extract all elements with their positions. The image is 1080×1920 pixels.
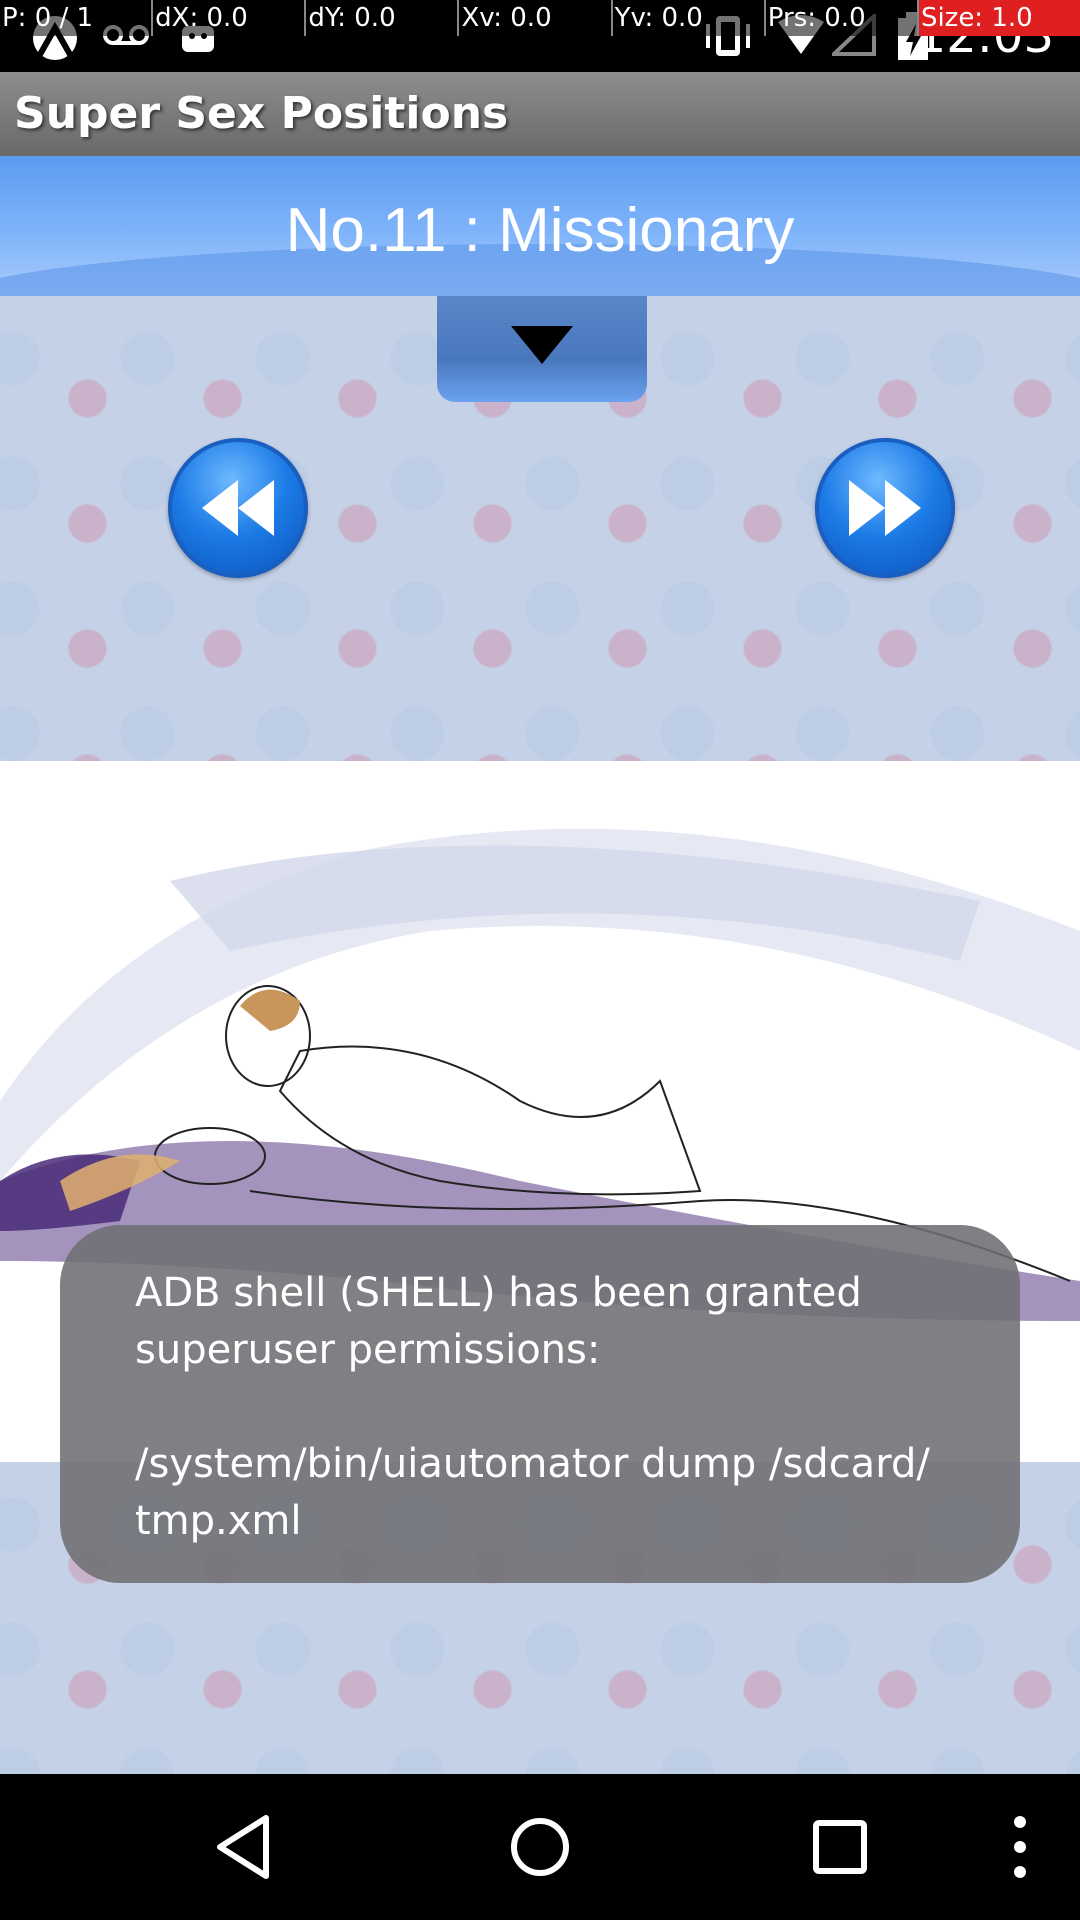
pointer-count: P: 0 / 1 xyxy=(0,0,154,36)
pointer-dx: dX: 0.0 xyxy=(153,0,307,36)
action-bar: Super Sex Positions xyxy=(0,72,1080,156)
pointer-location-overlay: P: 0 / 1 dX: 0.0 dY: 0.0 Xv: 0.0 Yv: 0.0… xyxy=(0,0,1080,36)
triangle-down-icon xyxy=(511,326,573,364)
home-icon[interactable] xyxy=(508,1812,572,1882)
more-options-icon[interactable] xyxy=(1000,1812,1040,1882)
toast-message: ADB shell (SHELL) has been granted super… xyxy=(135,1270,930,1544)
previous-position-button[interactable] xyxy=(168,438,308,578)
navigation-bar xyxy=(0,1774,1080,1920)
next-position-button[interactable] xyxy=(815,438,955,578)
fast-forward-icon xyxy=(849,480,921,536)
recents-icon[interactable] xyxy=(808,1812,872,1882)
position-title: No.11 : Missionary xyxy=(285,196,795,265)
pointer-yv: Yv: 0.0 xyxy=(613,0,766,36)
app-title: Super Sex Positions xyxy=(14,88,509,139)
position-banner: No.11 : Missionary xyxy=(0,156,1080,296)
pointer-xv: Xv: 0.0 xyxy=(459,0,613,36)
back-icon[interactable] xyxy=(212,1812,276,1882)
dropdown-toggle-button[interactable] xyxy=(437,296,647,402)
superuser-toast: ADB shell (SHELL) has been granted super… xyxy=(60,1225,1020,1583)
pointer-pressure: Prs: 0.0 xyxy=(766,0,919,36)
pointer-dy: dY: 0.0 xyxy=(306,0,460,36)
rewind-icon xyxy=(202,480,274,536)
pointer-size: Size: 1.0 xyxy=(918,0,1080,36)
